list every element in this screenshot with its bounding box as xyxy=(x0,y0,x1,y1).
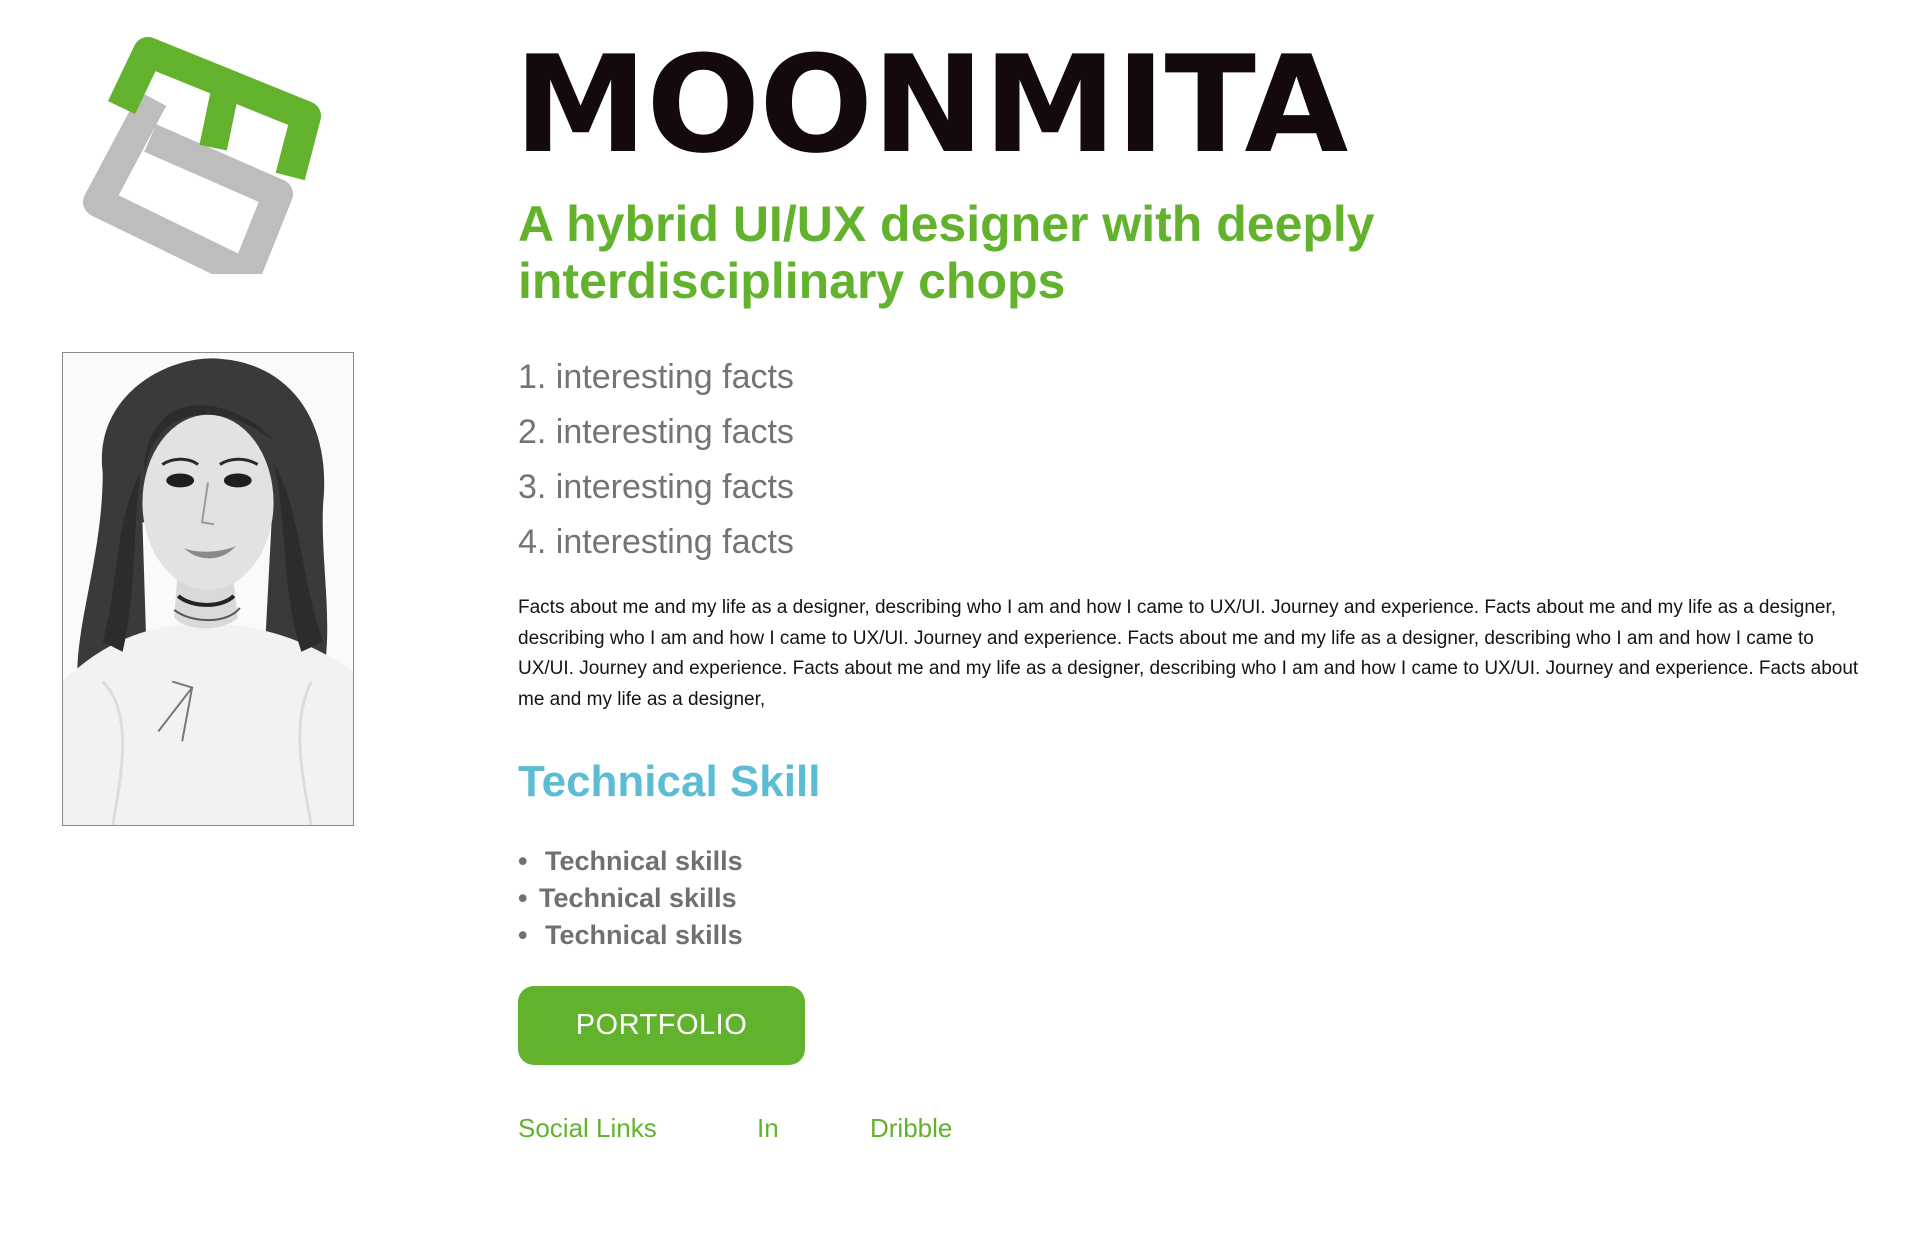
tagline: A hybrid UI/UX designer with deeply inte… xyxy=(518,196,1375,309)
facts-list: 1. interesting facts 2. interesting fact… xyxy=(518,350,794,570)
bullet-icon: • xyxy=(518,846,528,876)
list-item: • Technical skills xyxy=(518,917,743,954)
list-item: 3. interesting facts xyxy=(518,468,794,506)
bullet-icon: • xyxy=(518,883,528,913)
list-item: • Technical skills xyxy=(518,880,743,917)
brand-logo-icon xyxy=(80,34,340,289)
skill-label: Technical skills xyxy=(539,883,737,913)
profile-photo xyxy=(62,352,354,826)
list-item: 2. interesting facts xyxy=(518,413,794,451)
bio-paragraph: Facts about me and my life as a designer… xyxy=(518,597,1859,710)
skill-label: Technical skills xyxy=(545,920,743,950)
skills-list: • Technical skills • Technical skills • Tec… xyxy=(518,843,743,954)
list-item: 4. interesting facts xyxy=(518,523,794,561)
social-links-label: Social Links xyxy=(518,1113,657,1143)
page-title: MOONMITA xyxy=(514,27,1348,183)
skill-label: Technical skills xyxy=(545,846,743,876)
portfolio-button[interactable]: PORTFOLIO xyxy=(518,986,805,1065)
skills-heading: Technical Skill xyxy=(518,757,821,806)
list-item: 1. interesting facts xyxy=(518,358,794,396)
bullet-icon: • xyxy=(518,920,528,950)
dribbble-link[interactable]: Dribble xyxy=(870,1113,952,1144)
list-item: • Technical skills xyxy=(518,843,743,880)
linkedin-link[interactable]: In xyxy=(757,1113,779,1144)
